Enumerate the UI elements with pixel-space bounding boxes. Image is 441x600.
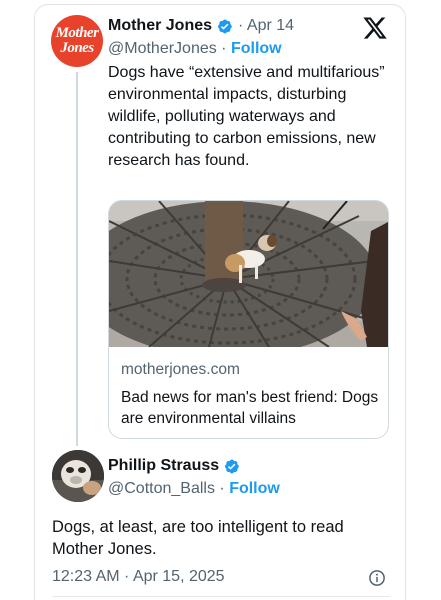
mother-jones-avatar[interactable]: Mother Jones — [51, 15, 103, 67]
thread-line — [76, 72, 78, 446]
divider — [52, 596, 390, 597]
author-name[interactable]: Mother Jones — [108, 17, 212, 35]
reply-header: Phillip Strauss — [108, 457, 240, 475]
link-preview-image — [109, 201, 388, 347]
tweet-text: Dogs have “extensive and multifarious” e… — [108, 64, 385, 169]
link-title: Bad news for man's best friend: Dogs are… — [121, 389, 379, 427]
link-domain: motherjones.com — [121, 361, 240, 378]
tweet-handle-line: @MotherJones · Follow — [108, 40, 282, 58]
reply-text: Dogs, at least, are too intelligent to r… — [52, 518, 344, 558]
info-icon[interactable] — [368, 569, 386, 587]
avatar-logo-text-bottom: Jones — [60, 40, 94, 56]
phillip-strauss-avatar[interactable] — [52, 450, 104, 502]
verified-badge-icon — [225, 459, 239, 473]
follow-button[interactable]: Follow — [231, 40, 282, 57]
reply-follow-button[interactable]: Follow — [229, 480, 280, 497]
link-preview-card[interactable]: motherjones.com Bad news for man's best … — [108, 200, 389, 439]
tweet-header: Mother Jones · Apr 14 — [108, 17, 294, 35]
reply-author-handle[interactable]: @Cotton_Balls · — [108, 480, 225, 497]
author-handle[interactable]: @MotherJones · — [108, 40, 227, 57]
avatar-logo-text-top: Mother — [55, 25, 99, 41]
x-logo-icon[interactable] — [362, 15, 388, 41]
reply-handle-line: @Cotton_Balls · Follow — [108, 480, 280, 498]
reply-author-name[interactable]: Phillip Strauss — [108, 457, 219, 475]
verified-badge-icon — [218, 19, 232, 33]
tweet-date[interactable]: · Apr 14 — [238, 17, 294, 35]
reply-timestamp[interactable]: 12:23 AM · Apr 15, 2025 — [52, 568, 225, 586]
